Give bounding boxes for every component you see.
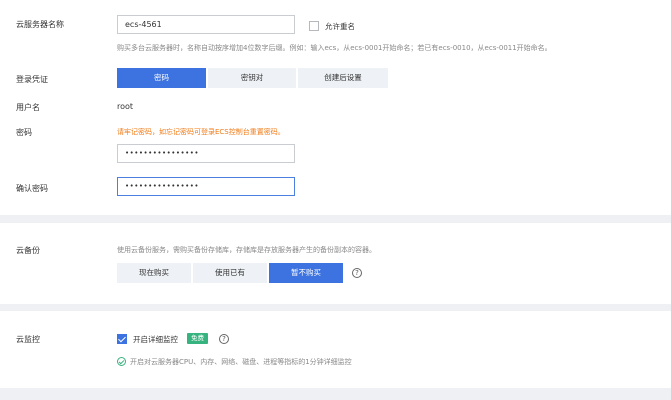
login-option-later[interactable]: 创建后设置: [298, 68, 388, 88]
detailed-monitor-checkbox[interactable]: [117, 334, 127, 344]
login-option-keypair[interactable]: 密钥对: [208, 68, 296, 88]
confirm-password-input[interactable]: ••••••••••••••••: [117, 177, 295, 196]
confirm-password-label: 确认密码: [16, 184, 48, 193]
backup-option-use-existing[interactable]: 使用已有: [193, 263, 267, 283]
server-name-input[interactable]: ecs-4561: [117, 15, 295, 34]
basic-config-section: 云服务器名称 ecs-4561 允许重名 购买多台云服务器时，名称自动按序增加4…: [0, 0, 671, 215]
backup-option-buy-now[interactable]: 现在购买: [117, 263, 191, 283]
detailed-monitor-label: 开启详细监控: [133, 335, 178, 344]
backup-label: 云备份: [16, 246, 40, 255]
allow-duplicate-checkbox[interactable]: [309, 21, 319, 31]
backup-hint: 使用云备份服务，需购买备份存储库，存储库是存放服务器产生的备份副本的容器。: [117, 246, 376, 254]
monitor-section: 云监控 开启详细监控 免费 ? 开启对云服务器CPU、内存、网络、磁盘、进程等指…: [0, 311, 671, 388]
backup-option-not-now[interactable]: 暂不购买: [269, 263, 343, 283]
allow-duplicate-label: 允许重名: [325, 22, 355, 31]
backup-section: 云备份 使用云备份服务，需购买备份存储库，存储库是存放服务器产生的备份副本的容器…: [0, 223, 671, 304]
monitor-label: 云监控: [16, 335, 40, 344]
password-input[interactable]: ••••••••••••••••: [117, 144, 295, 163]
backup-help-icon[interactable]: ?: [352, 268, 362, 278]
login-credential-label: 登录凭证: [16, 75, 48, 84]
username-label: 用户名: [16, 103, 40, 112]
monitor-info: 开启对云服务器CPU、内存、网络、磁盘、进程等指标的1分钟详细监控: [130, 358, 352, 366]
server-name-hint: 购买多台云服务器时，名称自动按序增加4位数字后缀。例如：输入ecs，从ecs-0…: [117, 44, 552, 52]
monitor-help-icon[interactable]: ?: [219, 334, 229, 344]
backup-selector: 现在购买 使用已有 暂不购买: [117, 263, 345, 283]
free-badge: 免费: [187, 333, 208, 344]
server-name-label: 云服务器名称: [16, 20, 64, 29]
login-credential-selector: 密码 密钥对 创建后设置: [117, 68, 390, 88]
password-warning: 请牢记密码，如忘记密码可登录ECS控制台重置密码。: [117, 128, 285, 136]
password-label: 密码: [16, 128, 32, 137]
login-option-password[interactable]: 密码: [117, 68, 206, 88]
check-circle-icon: [117, 357, 126, 366]
username-value: root: [117, 102, 134, 111]
